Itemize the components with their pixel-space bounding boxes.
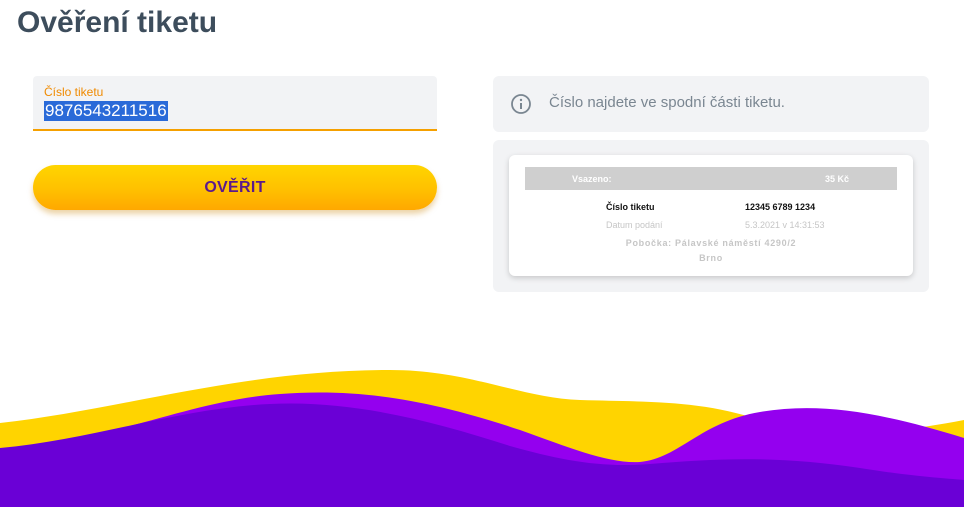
date-row-value: 5.3.2021 v 14:31:53 bbox=[745, 220, 825, 230]
page-title: Ověření tiketu bbox=[17, 6, 218, 39]
ticket-number-row-value: 12345 6789 1234 bbox=[745, 202, 816, 212]
branch-line-1: Pobočka: Pálavské náměstí 4290/2 bbox=[625, 238, 797, 248]
ticket-number-label: Číslo tiketu bbox=[44, 85, 104, 99]
verify-button[interactable]: OVĚŘIT bbox=[33, 165, 437, 210]
info-text: Číslo najdete ve spodní části tiketu. bbox=[549, 94, 785, 111]
branch-line-2: Brno bbox=[699, 253, 723, 263]
ticket-preview-card: Vsazeno: 35 Kč Číslo tiketu 12345 6789 1… bbox=[509, 155, 913, 276]
ticket-number-field[interactable]: Číslo tiketu 9876543211516 bbox=[33, 76, 437, 131]
info-box: Číslo najdete ve spodní části tiketu. bbox=[493, 76, 929, 132]
info-icon bbox=[511, 94, 531, 114]
ticket-number-input[interactable]: 9876543211516 bbox=[44, 101, 168, 121]
stake-value: 35 Kč bbox=[825, 174, 850, 184]
ticket-preview-panel: Vsazeno: 35 Kč Číslo tiketu 12345 6789 1… bbox=[493, 140, 929, 292]
date-row-label: Datum podání bbox=[606, 220, 663, 230]
branch-info: Pobočka: Pálavské náměstí 4290/2 Brno bbox=[599, 236, 823, 266]
stake-label: Vsazeno: bbox=[572, 174, 612, 184]
decorative-waves bbox=[0, 370, 964, 507]
ticket-number-row-label: Číslo tiketu bbox=[606, 202, 655, 212]
ticket-header-bar: Vsazeno: 35 Kč bbox=[525, 167, 897, 190]
